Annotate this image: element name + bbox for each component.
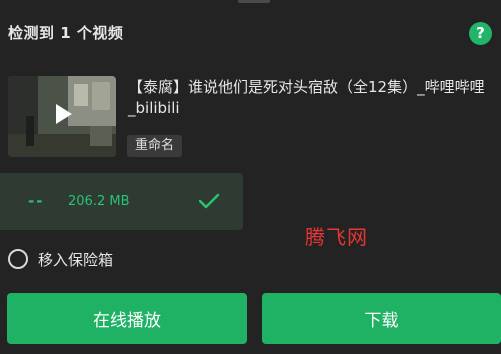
download-button[interactable]: 下载 <box>262 293 501 344</box>
video-thumbnail[interactable] <box>8 76 116 157</box>
play-online-button[interactable]: 在线播放 <box>7 293 247 344</box>
help-icon[interactable]: ? <box>469 22 492 45</box>
watermark: 腾飞网 <box>305 225 368 249</box>
page-title: 检测到 1 个视频 <box>8 24 124 42</box>
play-icon <box>56 104 72 124</box>
vault-radio[interactable] <box>8 249 28 269</box>
check-icon <box>198 193 220 209</box>
format-option[interactable]: -- 206.2 MB <box>0 173 243 230</box>
video-title: 【泰腐】谁说他们是死对头宿敌（全12集）_哔哩哔哩_bilibili <box>128 78 485 117</box>
drag-handle[interactable] <box>238 0 270 3</box>
format-size: 206.2 MB <box>68 194 130 209</box>
format-resolution: -- <box>28 192 45 210</box>
rename-button[interactable]: 重命名 <box>127 135 182 157</box>
vault-label: 移入保险箱 <box>38 251 114 269</box>
